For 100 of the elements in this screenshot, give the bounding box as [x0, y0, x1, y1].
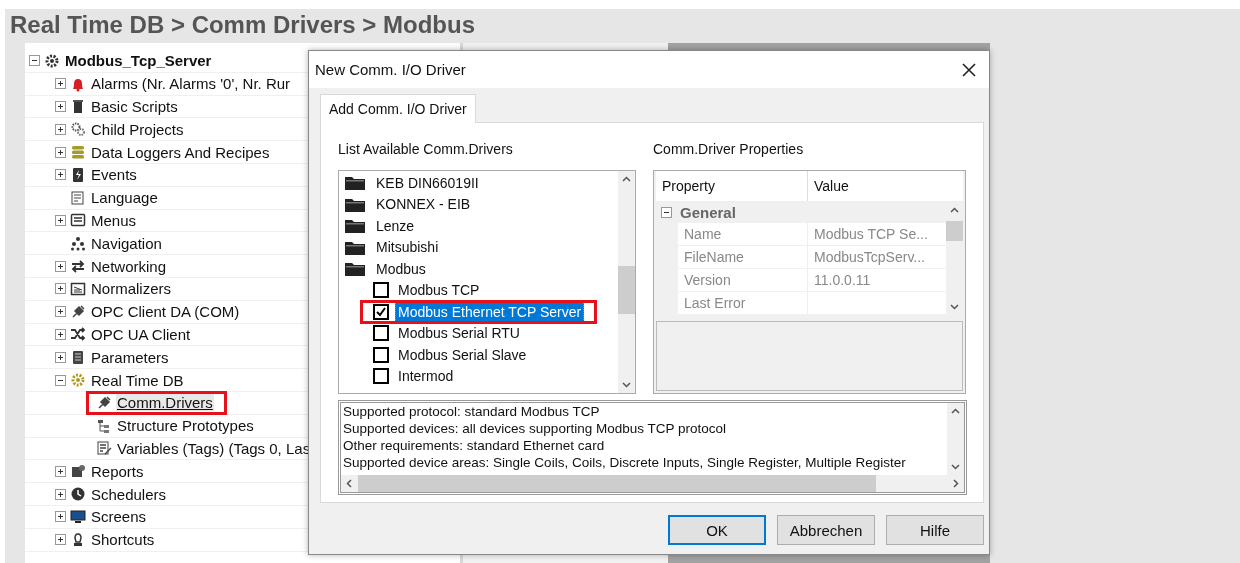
driver-folder[interactable]: KEB DIN66019II: [373, 172, 482, 193]
column-header: Property: [656, 171, 808, 201]
checkbox[interactable]: [373, 303, 389, 320]
scroll-thumb[interactable]: [358, 475, 877, 492]
checkbox[interactable]: [373, 368, 389, 385]
tree-item[interactable]: Structure Prototypes: [116, 417, 255, 435]
tree-item[interactable]: Language: [90, 189, 159, 207]
driver-item[interactable]: Modbus Serial RTU: [395, 323, 523, 344]
page-heading: Real Time DB > Comm Drivers > Modbus: [9, 10, 477, 40]
hierarchy-icon: [70, 235, 86, 252]
expand-toggle[interactable]: [55, 374, 66, 386]
tree-item[interactable]: Screens: [90, 508, 148, 526]
expand-toggle[interactable]: [55, 123, 66, 135]
checkbox[interactable]: [373, 282, 389, 299]
expand-toggle[interactable]: [55, 511, 66, 523]
list-label: List Available Comm.Drivers: [338, 141, 514, 159]
description-line: Supported device areas: Single Coils, Coils, Discrete Inputs, Single Register, Multiple Register: [343, 454, 907, 471]
tree-item[interactable]: Events: [90, 166, 138, 184]
driver-item[interactable]: Modbus Serial Slave: [395, 344, 530, 365]
plug-icon: [70, 303, 86, 320]
property-name: Last Error: [678, 292, 808, 314]
dialog-button[interactable]: Abbrechen: [777, 515, 875, 545]
folder-icon: [345, 218, 365, 234]
scrollbar[interactable]: [618, 171, 635, 393]
tree-item[interactable]: OPC Client DA (COM): [90, 303, 241, 321]
dialog-tab[interactable]: Add Comm. I/O Driver: [320, 94, 476, 123]
property-value: 11.0.0.11: [813, 272, 871, 288]
expand-toggle[interactable]: [55, 214, 66, 226]
property-name: Version: [678, 269, 808, 291]
hierarchy-icon: [96, 417, 112, 434]
scrollbar[interactable]: [947, 403, 964, 475]
tree-item[interactable]: Basic Scripts: [90, 98, 179, 115]
driver-folder[interactable]: Mitsubishi: [373, 237, 442, 258]
driver-folder[interactable]: KONNEX - EIB: [373, 194, 474, 215]
description-line: Other requirements: standard Ethernet card: [343, 437, 606, 454]
tree-item[interactable]: Shortcuts: [90, 531, 156, 549]
column-header: Value: [813, 178, 849, 194]
tree-item[interactable]: Real Time DB: [90, 371, 185, 389]
dialog-button[interactable]: OK: [668, 515, 766, 545]
tree-item[interactable]: OPC UA Client: [90, 325, 192, 343]
expand-toggle[interactable]: [55, 260, 66, 272]
close-icon[interactable]: [961, 61, 977, 78]
description-line: Supported devices: all devices supporting Modbus TCP protocol: [343, 420, 727, 437]
folder-icon: [345, 175, 365, 191]
expand-toggle[interactable]: [55, 283, 66, 295]
expand-toggle[interactable]: [29, 55, 40, 67]
expand-toggle[interactable]: [55, 169, 66, 181]
scroll-thumb[interactable]: [946, 221, 963, 241]
notepad-icon: [70, 349, 86, 366]
tree-item[interactable]: Normalizers: [90, 280, 172, 298]
lightning-icon: [70, 166, 86, 183]
arrows-icon: [70, 258, 86, 275]
checkbox[interactable]: [373, 346, 389, 363]
tree-item[interactable]: Data Loggers And Recipes: [90, 143, 271, 161]
tree-item[interactable]: Child Projects: [90, 120, 185, 138]
expand-toggle[interactable]: [55, 328, 66, 340]
property-group: General: [680, 204, 736, 221]
driver-item[interactable]: Modbus TCP: [395, 280, 483, 301]
tree-item[interactable]: Reports: [90, 462, 145, 480]
expand-toggle[interactable]: [55, 306, 66, 318]
expand-toggle[interactable]: [55, 534, 66, 546]
tree-item[interactable]: Parameters: [90, 348, 170, 366]
scrollbar[interactable]: [946, 202, 963, 315]
gears-icon: [70, 121, 86, 138]
expand-toggle[interactable]: [55, 101, 66, 112]
driver-item[interactable]: Intermod: [395, 366, 457, 387]
tree-item[interactable]: Alarms (Nr. Alarms '0', Nr. Rur: [90, 75, 292, 93]
shuffle-icon: [70, 326, 86, 343]
driver-folder[interactable]: Lenze: [373, 215, 418, 236]
driver-folder[interactable]: Modbus: [373, 258, 429, 279]
property-value: ModbusTcpServ...: [813, 249, 925, 265]
dialog-title: New Comm. I/O Driver: [315, 61, 466, 78]
tree-item[interactable]: Networking: [90, 257, 168, 275]
checkbox[interactable]: [373, 325, 389, 342]
expand-toggle[interactable]: [55, 488, 66, 500]
scroll-thumb[interactable]: [618, 266, 635, 314]
expand-toggle[interactable]: [55, 465, 66, 477]
driver-item[interactable]: Modbus Ethernet TCP Server: [395, 301, 585, 322]
expand-toggle[interactable]: [55, 78, 66, 90]
tree-item[interactable]: Schedulers: [90, 485, 168, 503]
plug-icon: [96, 394, 112, 411]
folder-icon: [345, 261, 365, 277]
folder-icon: [345, 196, 365, 212]
monitor-icon: [70, 508, 86, 525]
tree-item[interactable]: Navigation: [90, 234, 163, 252]
property-name: FileName: [678, 246, 808, 268]
document-icon: [70, 189, 86, 206]
scrollbar[interactable]: [341, 475, 964, 492]
tree-item[interactable]: Modbus_Tcp_Server: [64, 52, 213, 70]
properties-label: Comm.Driver Properties: [653, 141, 805, 159]
tree-item[interactable]: Menus: [90, 211, 138, 229]
tree-item[interactable]: Comm.Drivers: [116, 394, 214, 412]
property-name: Name: [678, 223, 808, 245]
expand-toggle[interactable]: [55, 351, 66, 363]
report-icon: [70, 463, 86, 480]
dialog-button[interactable]: Hilfe: [886, 515, 984, 545]
expand-toggle[interactable]: [55, 146, 66, 158]
gear-icon: [44, 52, 60, 69]
document-icon: [96, 440, 112, 457]
collapse-toggle[interactable]: [661, 207, 672, 218]
